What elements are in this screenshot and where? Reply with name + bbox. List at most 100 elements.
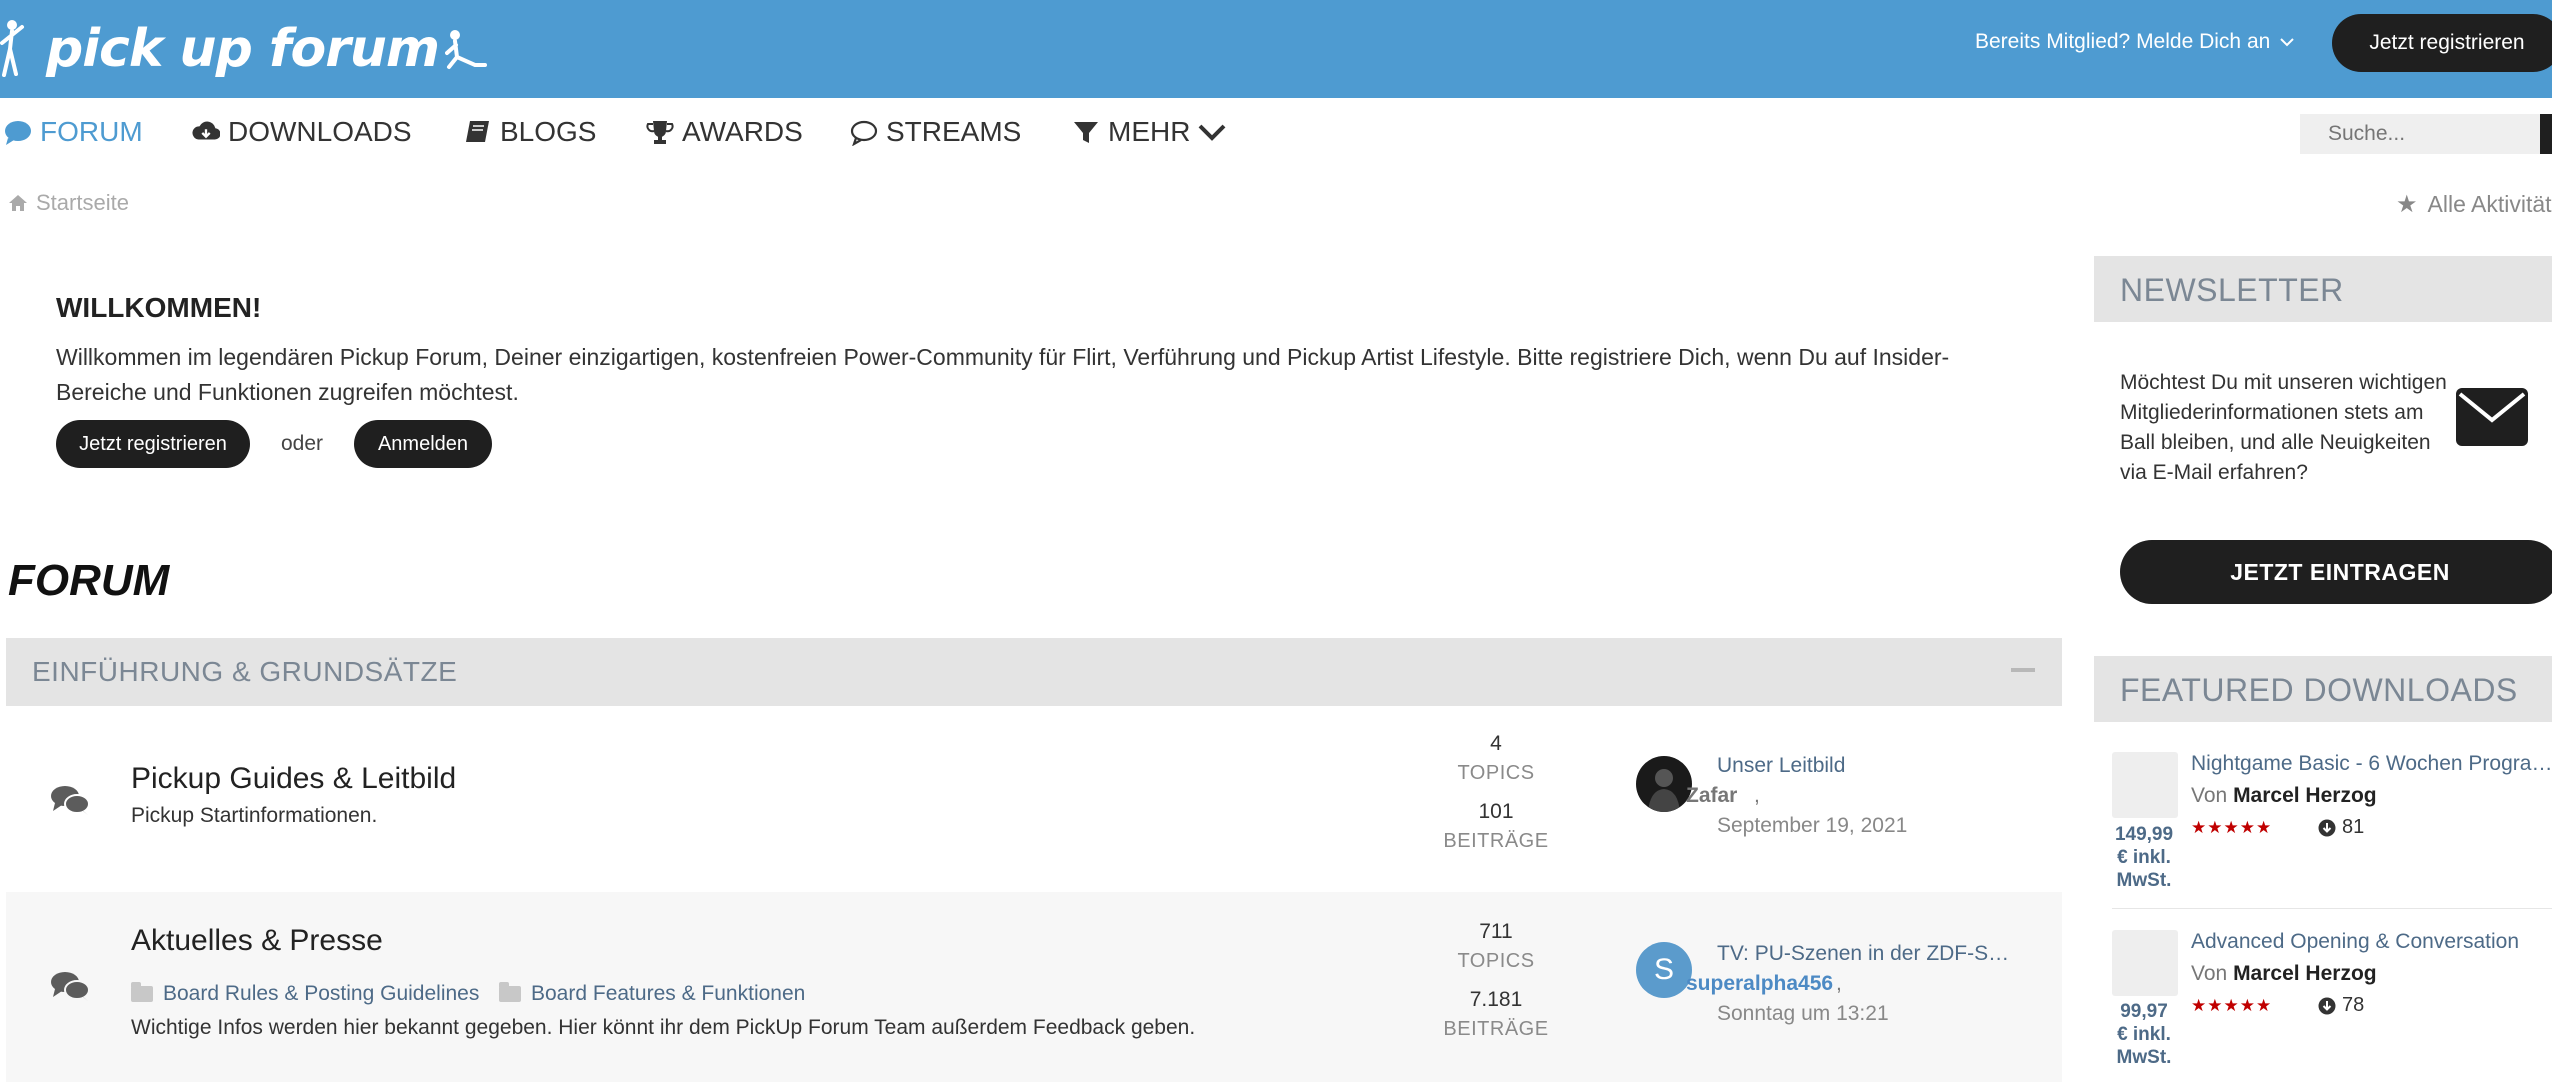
subcategory-label: Board Features & Funktionen bbox=[531, 982, 806, 1005]
nav-item-more[interactable]: MEHR bbox=[1072, 116, 1226, 148]
nav-item-downloads[interactable]: DOWNLOADS bbox=[192, 116, 412, 148]
price-line: 99,97 bbox=[2120, 1001, 2168, 1022]
breadcrumb[interactable]: Startseite bbox=[8, 190, 129, 216]
forum-title: FORUM bbox=[8, 556, 170, 605]
last-post-date: Sonntag um 13:21 bbox=[1717, 1002, 1889, 1025]
topics-label: TOPICS bbox=[1457, 762, 1535, 784]
book-icon bbox=[466, 121, 489, 142]
download-count-value: 81 bbox=[2342, 816, 2365, 838]
nav-item-awards[interactable]: AWARDS bbox=[646, 116, 803, 148]
download-circle-icon bbox=[2318, 997, 2336, 1014]
subcategory-link[interactable]: Board Rules & Posting Guidelines bbox=[131, 982, 479, 1006]
download-author: Von Marcel Herzog bbox=[2191, 784, 2377, 808]
search-button[interactable] bbox=[2540, 114, 2552, 154]
section-label: EINFÜHRUNG & GRUNDSÄTZE bbox=[32, 656, 458, 687]
section-header: EINFÜHRUNG & GRUNDSÄTZE bbox=[6, 638, 2062, 706]
price-line: 149,99 bbox=[2114, 824, 2174, 845]
featured-downloads-title: FEATURED DOWNLOADS bbox=[2120, 672, 2518, 708]
avatar[interactable]: S bbox=[1636, 942, 1692, 998]
topics-count: 711 bbox=[1479, 920, 1513, 943]
collapse-toggle[interactable] bbox=[2011, 668, 2035, 672]
author-name[interactable]: Marcel Herzog bbox=[2233, 962, 2377, 985]
forum-row: Pickup Guides & Leitbild Pickup Startinf… bbox=[6, 706, 2062, 892]
forum-comments-icon bbox=[51, 786, 90, 815]
search-input[interactable] bbox=[2300, 114, 2540, 154]
dancer-logo-icon bbox=[0, 20, 24, 77]
folder-icon bbox=[131, 982, 153, 1002]
nav-label-blogs: BLOGS bbox=[500, 116, 597, 147]
last-post-title[interactable]: Unser Leitbild bbox=[1717, 754, 1845, 778]
main-nav: FORUM DOWNLOADS BLOGS AWARDS STREAMS MEH… bbox=[0, 98, 2552, 170]
trophy-icon bbox=[646, 121, 674, 144]
welcome-text: Willkommen im legendären Pickup Forum, D… bbox=[56, 344, 1950, 405]
newsletter-text: Möchtest Du mit unseren wichtigen Mitgli… bbox=[2120, 371, 2447, 484]
forum-row: Aktuelles & Presse Board Rules & Posting… bbox=[6, 892, 2062, 1082]
nav-label-forum: FORUM bbox=[40, 116, 143, 147]
newsletter-header: NEWSLETTER bbox=[2094, 256, 2552, 322]
chevron-down-icon bbox=[1199, 124, 1226, 141]
price-line: MwSt. bbox=[2116, 870, 2172, 891]
or-label: oder bbox=[281, 432, 324, 455]
divider bbox=[2112, 908, 2552, 909]
posts-label: BEITRÄGE bbox=[1443, 1018, 1549, 1040]
last-post-title[interactable]: TV: PU-Szenen in der ZDF-S… bbox=[1717, 942, 2009, 966]
all-activity-link[interactable]: ★ Alle Aktivität bbox=[2396, 190, 2552, 219]
comment-outline-icon bbox=[850, 120, 878, 146]
nav-label-downloads: DOWNLOADS bbox=[228, 116, 412, 147]
welcome-title: WILLKOMMEN! bbox=[56, 292, 262, 323]
comma-separator: , bbox=[1754, 784, 1760, 807]
nav-item-blogs[interactable]: BLOGS bbox=[464, 116, 596, 148]
last-post-user[interactable]: superalpha456 bbox=[1686, 972, 1833, 996]
avatar[interactable] bbox=[1636, 756, 1692, 812]
topics-count: 4 bbox=[1490, 732, 1502, 755]
welcome-register-button[interactable]: Jetzt registrieren bbox=[56, 420, 250, 468]
posts-count: 101 bbox=[1478, 800, 1514, 823]
register-button[interactable]: Jetzt registrieren bbox=[2332, 14, 2552, 72]
price-line: € inkl. bbox=[2117, 847, 2171, 868]
nav-item-forum[interactable]: FORUM bbox=[4, 116, 143, 148]
speech-bubble-icon bbox=[5, 121, 31, 145]
forum-row-title[interactable]: Aktuelles & Presse bbox=[131, 924, 383, 958]
author-name[interactable]: Marcel Herzog bbox=[2233, 784, 2377, 807]
by-label: Von bbox=[2191, 962, 2228, 985]
runner-logo-icon bbox=[445, 30, 488, 69]
featured-downloads-header: FEATURED DOWNLOADS bbox=[2094, 656, 2552, 722]
filter-icon bbox=[1074, 122, 1098, 143]
subcategory-label: Board Rules & Posting Guidelines bbox=[163, 982, 480, 1005]
download-thumbnail[interactable] bbox=[2112, 752, 2178, 818]
logo-text: pick up forum bbox=[46, 19, 440, 79]
site-header: pick up forum Bereits Mitglied? Melde Di… bbox=[0, 0, 2552, 98]
breadcrumb-home-label: Startseite bbox=[36, 190, 129, 215]
download-circle-icon bbox=[2318, 819, 2336, 836]
forum-row-title[interactable]: Pickup Guides & Leitbild bbox=[131, 762, 456, 796]
download-count: 81 bbox=[2318, 816, 2364, 839]
newsletter-signup-button[interactable]: JETZT EINTRAGEN bbox=[2120, 540, 2552, 604]
signin-dropdown[interactable]: Bereits Mitglied? Melde Dich an bbox=[1975, 30, 2295, 54]
nav-label-awards: AWARDS bbox=[682, 116, 803, 147]
star-icon: ★ bbox=[2396, 191, 2418, 218]
download-count-value: 78 bbox=[2342, 994, 2365, 1016]
by-label: Von bbox=[2191, 784, 2228, 807]
login-button[interactable]: Anmelden bbox=[354, 420, 492, 468]
nav-label-more: MEHR bbox=[1108, 116, 1191, 147]
download-title[interactable]: Advanced Opening & Conversation bbox=[2191, 930, 2552, 954]
subcategory-link[interactable]: Board Features & Funktionen bbox=[499, 982, 805, 1006]
last-post-date: September 19, 2021 bbox=[1717, 814, 1908, 837]
posts-count: 7.181 bbox=[1469, 988, 1523, 1011]
last-post-user[interactable]: Zafar bbox=[1686, 784, 1737, 808]
rating-stars: ★★★★★ bbox=[2191, 996, 2273, 1015]
price-line: MwSt. bbox=[2116, 1047, 2172, 1068]
download-price: 99,97 € inkl. MwSt. bbox=[2104, 1000, 2184, 1069]
all-activity-label: Alle Aktivität bbox=[2427, 191, 2552, 217]
nav-label-streams: STREAMS bbox=[886, 116, 1022, 147]
folder-icon bbox=[499, 982, 521, 1002]
download-thumbnail[interactable] bbox=[2112, 930, 2178, 996]
site-logo[interactable]: pick up forum bbox=[0, 14, 489, 84]
cloud-download-icon bbox=[192, 121, 220, 140]
signin-label: Bereits Mitglied? Melde Dich an bbox=[1975, 30, 2271, 53]
download-title[interactable]: Nightgame Basic - 6 Wochen Programm bbox=[2191, 752, 2552, 776]
comma-separator: , bbox=[1836, 972, 1842, 995]
nav-item-streams[interactable]: STREAMS bbox=[850, 116, 1021, 148]
topics-label: TOPICS bbox=[1457, 950, 1535, 972]
forum-row-description: Wichtige Infos werden hier bekannt gegeb… bbox=[131, 1016, 1196, 1039]
